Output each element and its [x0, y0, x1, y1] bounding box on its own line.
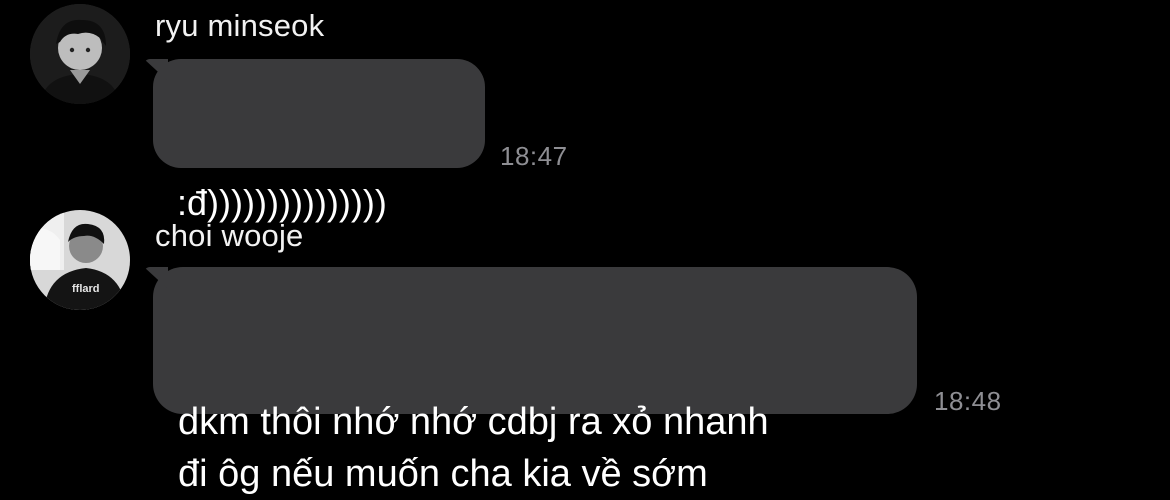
- sender-name: choi wooje: [155, 218, 304, 253]
- avatar[interactable]: [30, 4, 130, 104]
- message-timestamp: 18:48: [934, 386, 1002, 416]
- svg-text:fflard: fflard: [72, 283, 100, 295]
- bubble-tail: [144, 267, 168, 289]
- avatar-photo-icon: fflard: [30, 210, 130, 310]
- avatar[interactable]: fflard: [30, 210, 130, 310]
- bubble-tail: [144, 59, 168, 81]
- message-text: dkm thôi nhớ nhớ cdbj ra xỏ nhanh đi ôg …: [178, 401, 769, 495]
- message-group: ryu minseok :đ))))))))))))))) 18:47: [0, 0, 1170, 223]
- sender-name: ryu minseok: [155, 8, 325, 43]
- message-bubble[interactable]: :đ))))))))))))))): [144, 59, 485, 223]
- message-group: fflard choi wooje dkm thôi nhớ nhớ cdbj …: [0, 200, 1170, 495]
- avatar-photo-icon: [30, 4, 130, 104]
- message-bubble[interactable]: dkm thôi nhớ nhớ cdbj ra xỏ nhanh đi ôg …: [144, 267, 917, 495]
- message-timestamp: 18:47: [500, 141, 568, 171]
